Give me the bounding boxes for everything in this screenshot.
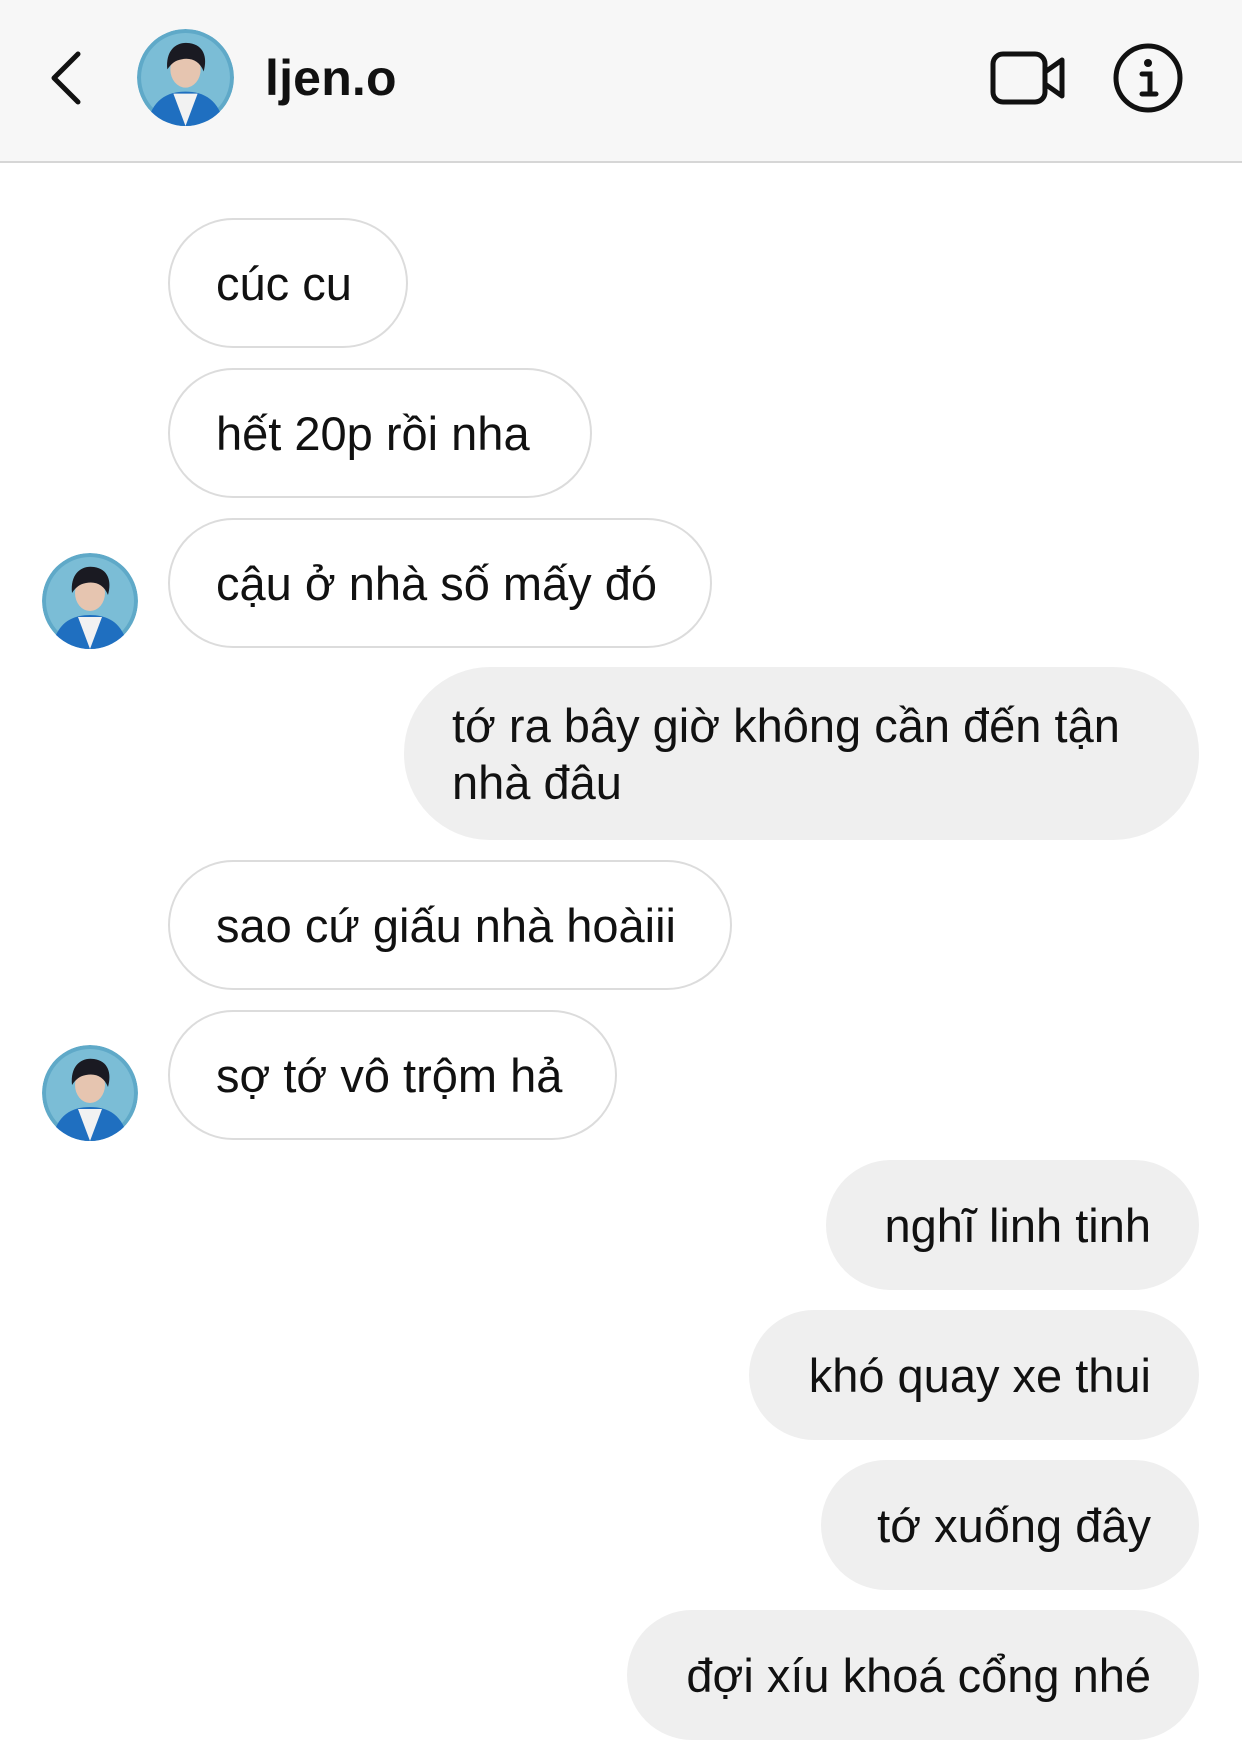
info-button[interactable] bbox=[1112, 42, 1184, 114]
message-text: khó quay xe thui bbox=[808, 1348, 1151, 1402]
message-bubble[interactable]: cúc cu bbox=[168, 218, 408, 348]
info-icon bbox=[1113, 43, 1183, 113]
message-bubble[interactable]: tớ ra bây giờ không cần đến tận nhà đâu bbox=[404, 667, 1199, 840]
message-bubble[interactable]: nghĩ linh tinh bbox=[826, 1160, 1199, 1290]
message-bubble[interactable]: sao cứ giấu nhà hoàiii bbox=[168, 860, 732, 990]
avatar[interactable] bbox=[42, 553, 138, 649]
back-button[interactable] bbox=[44, 42, 94, 114]
video-call-button[interactable] bbox=[990, 48, 1066, 108]
message-text: nghĩ linh tinh bbox=[884, 1198, 1151, 1252]
chat-username[interactable]: ljen.o bbox=[265, 48, 397, 108]
message-text: cúc cu bbox=[216, 256, 352, 310]
message-bubble[interactable]: sợ tớ vô trộm hả bbox=[168, 1010, 617, 1140]
message-text: tớ ra bây giờ không cần đến tận nhà đâu bbox=[452, 698, 1120, 809]
avatar[interactable] bbox=[137, 29, 234, 126]
chat-header: ljen.o bbox=[0, 0, 1242, 163]
profile-photo-icon bbox=[42, 553, 138, 649]
video-camera-icon bbox=[990, 51, 1065, 105]
message-text: sao cứ giấu nhà hoàiii bbox=[216, 898, 676, 952]
message-text: đợi xíu khoá cổng nhé bbox=[686, 1648, 1151, 1702]
profile-photo-icon bbox=[42, 1045, 138, 1141]
message-text: cậu ở nhà số mấy đó bbox=[216, 556, 658, 610]
message-bubble[interactable]: hết 20p rồi nha bbox=[168, 368, 592, 498]
chevron-left-icon bbox=[51, 51, 81, 105]
message-bubble[interactable]: khó quay xe thui bbox=[749, 1310, 1199, 1440]
message-bubble[interactable]: đợi xíu khoá cổng nhé bbox=[627, 1610, 1199, 1740]
message-bubble[interactable]: cậu ở nhà số mấy đó bbox=[168, 518, 712, 648]
profile-photo-icon bbox=[137, 29, 234, 126]
message-text: sợ tớ vô trộm hả bbox=[216, 1048, 563, 1102]
avatar[interactable] bbox=[42, 1045, 138, 1141]
message-text: tớ xuống đây bbox=[877, 1498, 1151, 1552]
message-bubble[interactable]: tớ xuống đây bbox=[821, 1460, 1199, 1590]
message-text: hết 20p rồi nha bbox=[216, 406, 530, 460]
